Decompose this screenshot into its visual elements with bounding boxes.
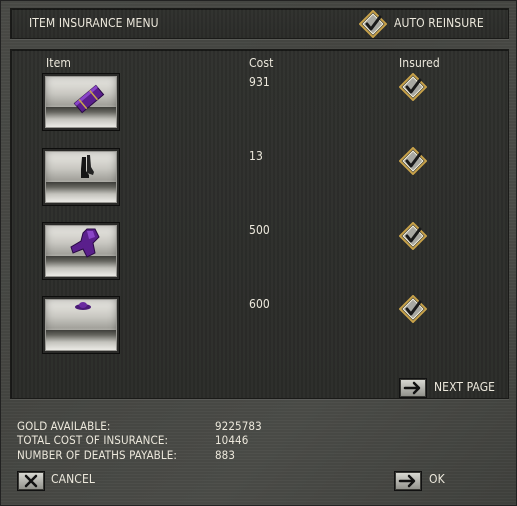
arrow-right-icon bbox=[398, 474, 416, 488]
column-header-insured: Insured bbox=[399, 56, 440, 70]
insured-checkbox-3[interactable] bbox=[399, 222, 427, 250]
insured-checkbox-2[interactable] bbox=[399, 147, 427, 175]
close-icon bbox=[24, 474, 38, 488]
item-cost-2: 13 bbox=[249, 149, 263, 163]
auto-reinsure-checkbox[interactable] bbox=[359, 10, 387, 38]
next-page-button[interactable] bbox=[399, 378, 427, 398]
item-cost-1: 931 bbox=[249, 75, 270, 89]
ok-button[interactable] bbox=[394, 471, 422, 491]
insurance-window: ITEM INSURANCE MENU AUTO REINSURE Item C… bbox=[0, 0, 517, 506]
cancel-label: CANCEL bbox=[51, 472, 95, 486]
black-boots-icon bbox=[81, 155, 94, 178]
deaths-payable-label: NUMBER OF DEATHS PAYABLE: bbox=[17, 448, 177, 462]
column-header-cost: Cost bbox=[249, 56, 274, 70]
insured-checkbox-4[interactable] bbox=[399, 295, 427, 323]
item-slot-4[interactable] bbox=[42, 296, 120, 354]
gold-available-value: 9225783 bbox=[215, 419, 262, 433]
purple-book-icon bbox=[73, 84, 105, 114]
auto-reinsure-label: AUTO REINSURE bbox=[394, 16, 484, 30]
item-cost-3: 500 bbox=[249, 223, 270, 237]
insured-checkbox-1[interactable] bbox=[399, 73, 427, 101]
total-cost-label: TOTAL COST OF INSURANCE: bbox=[17, 433, 169, 447]
next-page-label: NEXT PAGE bbox=[434, 380, 496, 394]
item-slot-3[interactable] bbox=[42, 222, 120, 280]
gold-available-label: GOLD AVAILABLE: bbox=[17, 419, 111, 433]
deaths-payable-value: 883 bbox=[215, 448, 236, 462]
cancel-button[interactable] bbox=[17, 471, 45, 491]
purple-robe-icon bbox=[70, 228, 100, 258]
item-slot-2[interactable] bbox=[42, 148, 120, 206]
window-title: ITEM INSURANCE MENU bbox=[29, 16, 159, 30]
item-cost-4: 600 bbox=[249, 297, 270, 311]
ok-label: OK bbox=[429, 472, 445, 486]
arrow-right-icon bbox=[403, 381, 421, 395]
column-header-item: Item bbox=[46, 56, 71, 70]
item-slot-1[interactable] bbox=[42, 73, 120, 131]
total-cost-value: 10446 bbox=[215, 433, 249, 447]
purple-hat-icon bbox=[75, 302, 91, 310]
